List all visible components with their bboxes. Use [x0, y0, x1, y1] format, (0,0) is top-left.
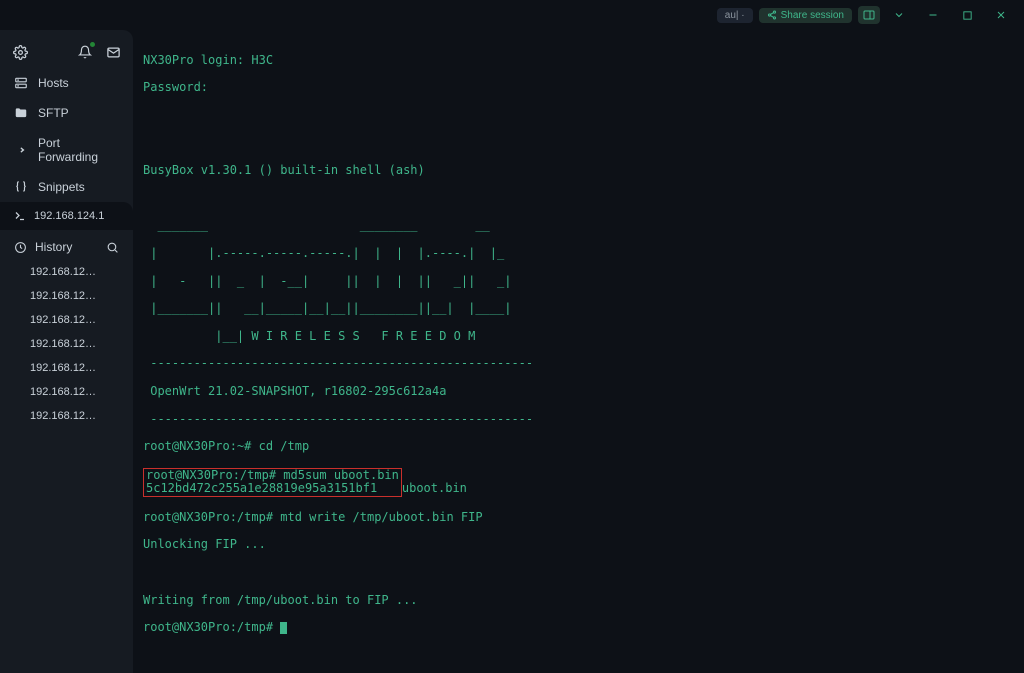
term-ascii: |_______|| __|_____|__|__||________||__|…: [143, 302, 1020, 316]
history-item[interactable]: 192.168.12…: [0, 260, 133, 284]
share-icon: [767, 10, 777, 20]
term-line: Password:: [143, 81, 1020, 95]
term-ascii: | - || _ | -__| || | | || _|| _|: [143, 275, 1020, 289]
bell-icon[interactable]: [77, 44, 93, 60]
term-prompt-line: root@NX30Pro:/tmp# mtd write /tmp/uboot.…: [143, 511, 1020, 525]
term-line: NX30Pro login: H3C: [143, 54, 1020, 68]
nav-port-forwarding[interactable]: Port Forwarding: [0, 128, 133, 172]
forward-icon: [14, 143, 28, 157]
chevron-down-icon[interactable]: [884, 3, 914, 27]
history-header: History: [0, 230, 133, 260]
window-minimize[interactable]: [918, 3, 948, 27]
hosts-icon: [14, 76, 28, 90]
term-ascii: |__| W I R E L E S S F R E E D O M: [143, 330, 1020, 344]
term-prompt-line: root@NX30Pro:/tmp#: [143, 621, 1020, 635]
nav-hosts[interactable]: Hosts: [0, 68, 133, 98]
term-blank: [143, 192, 1020, 206]
main: Hosts SFTP Port Forwarding Snippets 192.…: [0, 30, 1024, 673]
history-item[interactable]: 192.168.12…: [0, 308, 133, 332]
term-line: BusyBox v1.30.1 () built-in shell (ash): [143, 164, 1020, 178]
nav-label: Snippets: [38, 180, 85, 194]
term-divider: ----------------------------------------…: [143, 413, 1020, 427]
window-maximize[interactable]: [952, 3, 982, 27]
active-session-tab[interactable]: 192.168.124.1: [0, 202, 133, 230]
gear-icon[interactable]: [12, 44, 28, 60]
layout-toggle[interactable]: [858, 6, 880, 24]
terminal-output[interactable]: NX30Pro login: H3C Password: BusyBox v1.…: [133, 30, 1024, 673]
cursor: [280, 622, 287, 634]
window-close[interactable]: [986, 3, 1016, 27]
term-line: Unlocking FIP ...: [143, 538, 1020, 552]
folder-icon: [14, 106, 28, 120]
history-item[interactable]: 192.168.12…: [0, 284, 133, 308]
terminal-icon: [14, 210, 26, 222]
sidebar: Hosts SFTP Port Forwarding Snippets 192.…: [0, 30, 133, 673]
term-divider: ----------------------------------------…: [143, 357, 1020, 371]
history-item[interactable]: 192.168.12…: [0, 404, 133, 428]
history-item[interactable]: 192.168.12…: [0, 356, 133, 380]
term-ascii: _______ ________ __: [143, 219, 1020, 233]
pill-aul[interactable]: au| ·: [717, 8, 753, 23]
history-item[interactable]: 192.168.12…: [0, 332, 133, 356]
md5-highlight-box: root@NX30Pro:/tmp# md5sum uboot.bin 5c12…: [143, 468, 402, 497]
sidebar-top-icons: [0, 30, 133, 68]
term-prompt-line: root@NX30Pro:~# cd /tmp: [143, 440, 1020, 454]
history-label: History: [35, 240, 72, 254]
term-blank: [143, 566, 1020, 580]
nav-label: SFTP: [38, 106, 69, 120]
session-label: 192.168.124.1: [34, 210, 104, 222]
nav-snippets[interactable]: Snippets: [0, 172, 133, 202]
nav-label: Port Forwarding: [38, 136, 119, 164]
history-icon: [14, 241, 27, 254]
history-item[interactable]: 192.168.12…: [0, 380, 133, 404]
term-line: OpenWrt 21.02-SNAPSHOT, r16802-295c612a4…: [143, 385, 1020, 399]
term-blank: [143, 137, 1020, 151]
share-session-button[interactable]: Share session: [759, 8, 852, 23]
mail-icon[interactable]: [105, 44, 121, 60]
term-line: Writing from /tmp/uboot.bin to FIP ...: [143, 594, 1020, 608]
nav-sftp[interactable]: SFTP: [0, 98, 133, 128]
term-highlighted-line: root@NX30Pro:/tmp# md5sum uboot.bin 5c12…: [143, 468, 1020, 497]
term-blank: [143, 109, 1020, 123]
share-session-label: Share session: [781, 10, 844, 21]
term-ascii: | |.-----.-----.-----.| | | |.----.| |_: [143, 247, 1020, 261]
titlebar-controls: au| · Share session: [717, 6, 880, 24]
search-icon[interactable]: [106, 241, 119, 254]
nav-label: Hosts: [38, 76, 69, 90]
braces-icon: [14, 180, 28, 194]
titlebar: au| · Share session: [0, 0, 1024, 30]
